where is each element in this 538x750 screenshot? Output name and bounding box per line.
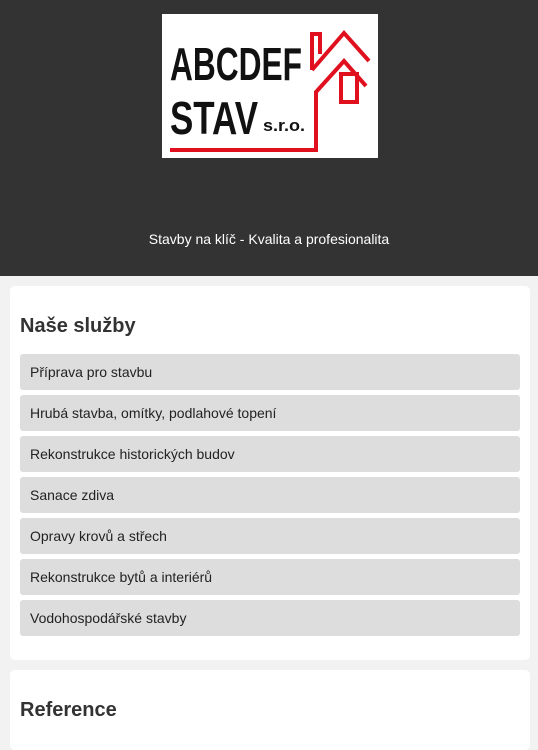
- services-list: Příprava pro stavbu Hrubá stavba, omítky…: [20, 354, 520, 641]
- logo-line2: STAV: [170, 92, 258, 144]
- service-item-hruba-stavba[interactable]: Hrubá stavba, omítky, podlahové topení: [20, 395, 520, 431]
- logo-suffix: s.r.o.: [263, 116, 305, 135]
- service-item-priprava[interactable]: Příprava pro stavbu: [20, 354, 520, 390]
- logo-line1: ABCDEF: [170, 38, 302, 90]
- services-section: Naše služby Příprava pro stavbu Hrubá st…: [10, 286, 530, 660]
- service-item-vodohospodarske[interactable]: Vodohospodářské stavby: [20, 600, 520, 636]
- service-item-opravy-krovu[interactable]: Opravy krovů a střech: [20, 518, 520, 554]
- company-logo[interactable]: ABCDEF STAV s.r.o.: [162, 14, 378, 158]
- services-title: Naše služby: [20, 315, 136, 337]
- reference-title: Reference: [20, 699, 117, 721]
- header-tagline: Stavby na klíč - Kvalita a profesionalit…: [148, 231, 390, 247]
- site-header: ABCDEF STAV s.r.o. Stavby na klíč - Kval…: [0, 0, 538, 276]
- logo-house-window: [339, 72, 359, 104]
- reference-section: Reference: [10, 670, 530, 750]
- logo-graphic: ABCDEF STAV s.r.o.: [170, 29, 371, 152]
- service-item-sanace-zdiva[interactable]: Sanace zdiva: [20, 477, 520, 513]
- service-item-rekonstrukce-bytu[interactable]: Rekonstrukce bytů a interiérů: [20, 559, 520, 595]
- service-item-rekonstrukce-budov[interactable]: Rekonstrukce historických budov: [20, 436, 520, 472]
